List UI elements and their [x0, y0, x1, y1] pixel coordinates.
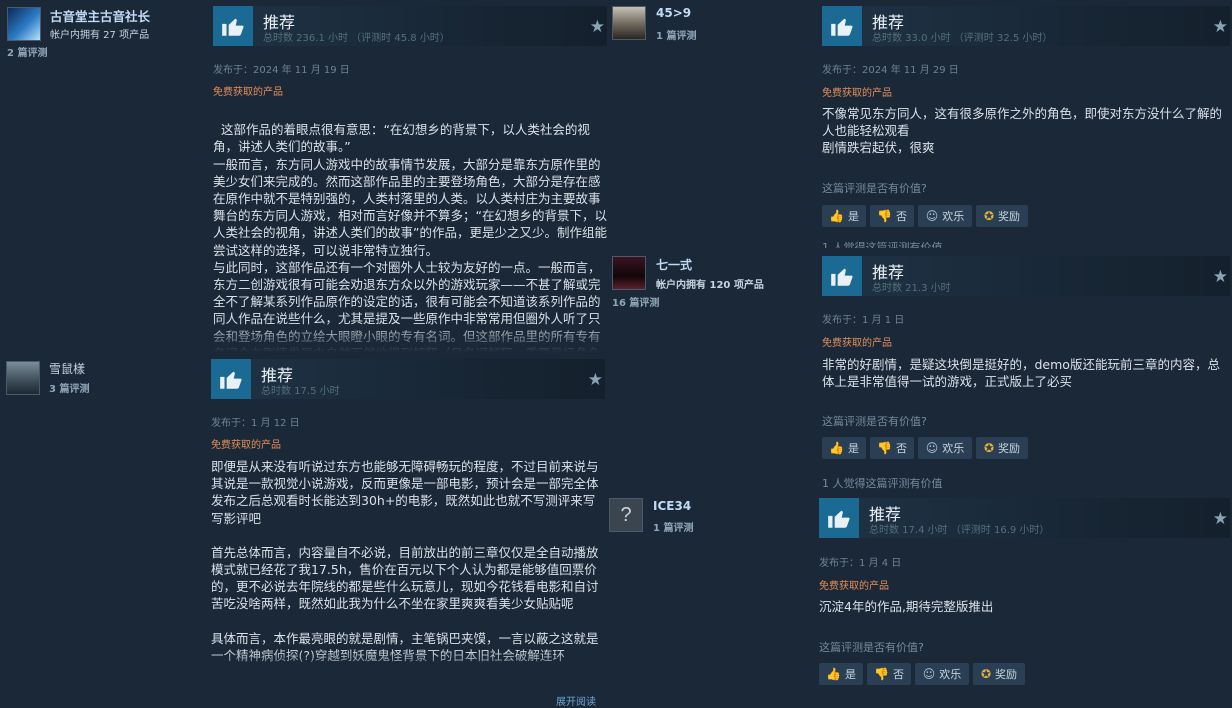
free-product-badge: 免费获取的产品 [819, 581, 889, 592]
star-icon[interactable]: ★ [1213, 17, 1228, 37]
vote-funny-button[interactable]: ☺ 欢乐 [918, 205, 972, 227]
review-body: 这部作品的着眼点很有意思：“在幻想乡的背景下，以人类社会的视角，讲述人类们的故事… [213, 104, 607, 352]
posted-date: 发布于：1 月 1 日 [822, 315, 905, 326]
star-icon[interactable]: ★ [1213, 509, 1228, 529]
playtime: 总时数 236.1 小时 （评测时 45.8 小时） [263, 33, 450, 44]
posted-date: 发布于：2024 年 11 月 19 日 [213, 65, 350, 76]
reviewer-avatar[interactable]: ? [609, 498, 643, 532]
review-header[interactable]: 推荐 总时数 17.4 小时 （评测时 16.9 小时） ★ [819, 498, 1230, 538]
star-icon[interactable]: ★ [588, 370, 603, 390]
award-button[interactable]: ✪ 奖励 [973, 663, 1025, 685]
award-icon: ✪ [983, 441, 995, 455]
review-body: 非常的好剧情，是疑这块倒是挺好的，demo版还能玩前三章的内容，总体上是非常值得… [822, 357, 1220, 390]
helpful-question: 这篇评测是否有价值? [822, 182, 927, 195]
review-header[interactable]: 推荐 总时数 17.5 小时 ★ [211, 359, 605, 399]
review-header[interactable]: 推荐 总时数 33.0 小时 （评测时 32.5 小时） ★ [822, 6, 1230, 46]
reviewer-review-count[interactable]: 2 篇评测 [7, 44, 47, 59]
star-icon[interactable]: ★ [1213, 267, 1228, 287]
reviewer-review-count[interactable]: 1 篇评测 [653, 519, 693, 534]
thumbs-up-icon [819, 498, 859, 538]
vote-yes-button[interactable]: 👍 是 [819, 663, 863, 685]
vote-buttons: 👍 是 👎 否 ☺ 欢乐 ✪ 奖励 [819, 663, 1029, 685]
award-icon: ✪ [980, 667, 992, 681]
review-header[interactable]: 推荐 总时数 236.1 小时 （评测时 45.8 小时） ★ [213, 6, 607, 46]
reviewer-name[interactable]: 古音堂主古音社长 [50, 6, 150, 25]
helpful-question: 这篇评测是否有价值? [822, 415, 927, 428]
smiley-icon: ☺ [925, 209, 939, 223]
helpful-question: 这篇评测是否有价值? [819, 641, 924, 654]
vote-funny-button[interactable]: ☺ 欢乐 [915, 663, 969, 685]
vote-yes-button[interactable]: 👍 是 [822, 205, 866, 227]
thumbs-up-icon [822, 6, 862, 46]
helpful-count: 1 人觉得这篇评测有价值 [822, 241, 943, 248]
star-icon[interactable]: ★ [590, 17, 605, 37]
reviewer-review-count[interactable]: 1 篇评测 [656, 27, 696, 42]
reviewer-name[interactable]: 七一式 [656, 256, 692, 273]
question-mark-icon: ? [620, 503, 632, 526]
vote-buttons: 👍 是 👎 否 ☺ 欢乐 ✪ 奖励 [822, 437, 1032, 459]
award-icon: ✪ [983, 209, 995, 223]
thumbs-up-icon: 👍 [829, 441, 844, 455]
vote-funny-button[interactable]: ☺ 欢乐 [918, 437, 972, 459]
playtime: 总时数 17.5 小时 [261, 386, 340, 397]
reviewer-products: 帐户内拥有 120 项产品 [656, 280, 764, 291]
thumbs-down-icon: 👎 [874, 667, 889, 681]
vote-yes-button[interactable]: 👍 是 [822, 437, 866, 459]
reviewer-avatar[interactable] [612, 256, 646, 290]
playtime: 总时数 17.4 小时 （评测时 16.9 小时） [869, 525, 1050, 536]
vote-buttons: 👍 是 👎 否 ☺ 欢乐 ✪ 奖励 [822, 205, 1032, 227]
thumbs-up-icon [213, 6, 253, 46]
posted-date: 发布于：2024 年 11 月 29 日 [822, 65, 959, 76]
vote-no-button[interactable]: 👎 否 [870, 437, 914, 459]
reviewer-avatar[interactable] [7, 7, 41, 41]
thumbs-down-icon: 👎 [877, 441, 892, 455]
smiley-icon: ☺ [922, 667, 936, 681]
review-body: 不像常见东方同人，这有很多原作之外的角色，即使对东方没什么了解的人也能轻松观看 … [822, 106, 1223, 156]
smiley-icon: ☺ [925, 441, 939, 455]
helpful-count: 1 人觉得这篇评测有价值 [822, 477, 943, 490]
thumbs-down-icon: 👎 [877, 209, 892, 223]
playtime: 总时数 33.0 小时 （评测时 32.5 小时） [872, 33, 1053, 44]
reviewer-review-count[interactable]: 16 篇评测 [612, 294, 659, 309]
free-product-badge: 免费获取的产品 [822, 338, 892, 349]
free-product-badge: 免费获取的产品 [211, 440, 281, 451]
reviewer-name[interactable]: 45>9 [656, 6, 691, 20]
thumbs-up-icon: 👍 [826, 667, 841, 681]
review-header[interactable]: 推荐 总时数 21.3 小时 ★ [822, 256, 1230, 296]
award-button[interactable]: ✪ 奖励 [976, 437, 1028, 459]
award-button[interactable]: ✪ 奖励 [976, 205, 1028, 227]
thumbs-up-icon: 👍 [829, 209, 844, 223]
posted-date: 发布于：1 月 12 日 [211, 418, 300, 429]
reviewer-review-count[interactable]: 3 篇评测 [49, 380, 89, 395]
review-body: 即便是从来没有听说过东方也能够无障碍畅玩的程度，不过目前来说与其说是一款视觉小说… [211, 458, 605, 678]
reviewer-name[interactable]: 雪鼠樣 [49, 360, 85, 377]
review-body: 沉淀4年的作品,期待完整版推出 [819, 599, 994, 614]
free-product-badge: 免费获取的产品 [822, 88, 892, 99]
reviewer-name[interactable]: ICE34 [653, 499, 691, 513]
thumbs-up-icon [822, 256, 862, 296]
posted-date: 发布于：1 月 4 日 [819, 558, 902, 569]
free-product-badge: 免费获取的产品 [213, 87, 283, 98]
vote-no-button[interactable]: 👎 否 [867, 663, 911, 685]
thumbs-up-icon [211, 359, 251, 399]
reviewer-avatar[interactable] [612, 6, 646, 40]
reviewer-products: 帐户内拥有 27 项产品 [50, 30, 150, 41]
playtime: 总时数 21.3 小时 [872, 283, 951, 294]
vote-no-button[interactable]: 👎 否 [870, 205, 914, 227]
reviewer-avatar[interactable] [6, 361, 40, 395]
